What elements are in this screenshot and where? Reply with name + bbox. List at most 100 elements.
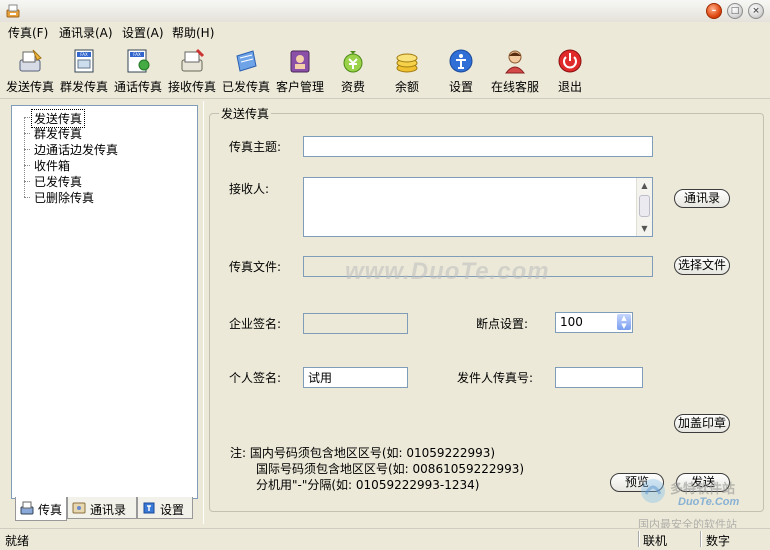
toolbar-balance-button[interactable]: 余额 — [380, 44, 434, 96]
tree-item-group-fax[interactable]: 群发传真 — [34, 125, 82, 142]
status-online: 联机 — [643, 534, 668, 548]
sent-fax-icon — [236, 50, 257, 72]
coins-icon — [396, 53, 418, 73]
tab-settings[interactable]: 设置 — [137, 497, 193, 519]
fax-send-icon — [19, 49, 42, 72]
menu-fax[interactable]: 传真(F) — [8, 24, 48, 41]
status-ready: 就绪 — [5, 534, 30, 548]
toolbar-settings-label: 设置 — [448, 80, 473, 94]
personal-signature-input[interactable] — [303, 367, 408, 388]
maximize-icon: □ — [730, 6, 740, 16]
choose-file-button[interactable]: 选择文件 — [674, 256, 730, 275]
window-close-button[interactable]: × — [748, 3, 764, 19]
recipient-textarea[interactable]: ▲ ▼ — [303, 177, 653, 237]
tariff-icon — [343, 51, 363, 73]
toolbar-online-support-label: 在线客服 — [490, 80, 539, 94]
tree-connector — [24, 197, 30, 198]
toolbar-exit-label: 退出 — [557, 80, 582, 94]
scroll-up-icon[interactable]: ▲ — [637, 178, 652, 193]
tree-item-sent[interactable]: 已发传真 — [34, 173, 82, 190]
address-book-button[interactable]: 通讯录 — [674, 189, 730, 208]
toolbar-balance-label: 余额 — [394, 80, 419, 94]
toolbar-tariff-button[interactable]: 资费 — [326, 44, 380, 96]
toolbar-exit-button[interactable]: 退出 — [543, 44, 597, 96]
status-separator — [638, 531, 640, 547]
breakpoint-setting-label: 断点设置: — [476, 317, 529, 331]
customer-book-icon — [290, 50, 310, 73]
watermark-line2: DuoTe.Com — [678, 496, 740, 508]
menu-bar: 传真(F) 通讯录(A) 设置(A) 帮助(H) — [0, 22, 770, 40]
close-icon: × — [752, 6, 760, 16]
left-panel-tabs: 传真 通讯录 设置 — [11, 497, 198, 521]
note-line-international: 国际号码须包含地区区号(如: 00861059222993) — [256, 462, 525, 476]
tree-connector — [24, 133, 30, 134]
toolbar-receive-fax-label: 接收传真 — [167, 80, 216, 94]
fax-tab-icon — [20, 501, 34, 515]
fax-call-icon: FAX — [127, 49, 150, 73]
send-fax-group-title: 发送传真 — [219, 105, 272, 122]
toolbar-send-fax-button[interactable]: 发送传真 — [3, 44, 57, 96]
toolbar-online-support-button[interactable]: 在线客服 — [488, 44, 542, 96]
toolbar-receive-fax-button[interactable]: 接收传真 — [165, 44, 219, 96]
menu-address-book[interactable]: 通讯录(A) — [59, 24, 113, 41]
fax-app-icon — [6, 4, 20, 18]
settings-tab-icon — [143, 502, 155, 514]
fax-file-label: 传真文件: — [229, 260, 282, 274]
svg-text:FAX: FAX — [80, 52, 88, 57]
note-line-domestic: 注: 国内号码须包含地区区号(如: 01059222993) — [230, 446, 496, 460]
status-separator — [700, 531, 702, 547]
fax-receive-icon — [181, 48, 205, 72]
menu-settings[interactable]: 设置(A) — [122, 24, 164, 41]
support-person-icon — [504, 50, 526, 74]
sender-fax-number-input[interactable] — [555, 367, 643, 388]
fax-subject-input[interactable] — [303, 136, 653, 157]
toolbar-send-fax-label: 发送传真 — [5, 80, 54, 94]
add-stamp-button[interactable]: 加盖印章 — [674, 414, 730, 433]
tree-connector — [24, 181, 30, 182]
tree-item-call-fax[interactable]: 边通话边发传真 — [34, 141, 118, 158]
watermark-logo-icon — [641, 479, 665, 503]
personal-signature-label: 个人签名: — [229, 371, 282, 385]
note-line-extension: 分机用"-"分隔(如: 01059222993-1234) — [256, 478, 480, 492]
tab-address-book[interactable]: 通讯录 — [67, 497, 137, 519]
scroll-down-icon[interactable]: ▼ — [637, 221, 652, 236]
recipient-scrollbar[interactable]: ▲ ▼ — [636, 178, 652, 236]
tree-connector — [24, 149, 30, 150]
tab-address-book-label: 通讯录 — [90, 503, 127, 517]
toolbar-group-fax-label: 群发传真 — [59, 80, 108, 94]
toolbar-sent-fax-button[interactable]: 已发传真 — [219, 44, 273, 96]
company-signature-label: 企业签名: — [229, 317, 282, 331]
tab-settings-label: 设置 — [160, 503, 185, 517]
window-minimize-button[interactable]: – — [706, 3, 722, 19]
toolbar-group-fax-button[interactable]: FAX 群发传真 — [57, 44, 111, 96]
site-watermark: www.DuoTe.com — [345, 258, 550, 285]
toolbar-tariff-label: 资费 — [340, 80, 365, 94]
breakpoint-select-value: 100 — [560, 315, 583, 329]
spinner-icon[interactable]: ▲ ▼ — [617, 314, 631, 330]
address-book-tab-icon — [72, 502, 86, 514]
breakpoint-select[interactable]: 100 ▲ ▼ — [555, 312, 633, 333]
title-bar: – □ × — [0, 0, 770, 23]
status-numlock: 数字 — [706, 534, 731, 548]
toolbar-call-fax-button[interactable]: FAX 通话传真 — [111, 44, 165, 96]
corner-watermark: 多特软件站 DuoTe.Com 国内最安全的软件站 — [636, 474, 766, 531]
app-window: – □ × 传真(F) 通讯录(A) 设置(A) 帮助(H) 发送传真 FAX — [0, 0, 770, 550]
tab-fax[interactable]: 传真 — [15, 497, 67, 521]
window-maximize-button[interactable]: □ — [727, 3, 743, 19]
toolbar: 发送传真 FAX 群发传真 FAX 通话传真 接收传真 已发传真 客户管理 资费… — [0, 40, 770, 99]
tree-item-deleted[interactable]: 已删除传真 — [34, 189, 94, 206]
tree-connector — [24, 165, 30, 166]
company-signature-input — [303, 313, 408, 334]
fax-group-icon: FAX — [74, 49, 94, 73]
menu-help[interactable]: 帮助(H) — [172, 24, 214, 41]
tree-item-inbox[interactable]: 收件箱 — [34, 157, 70, 174]
tree-connector — [24, 117, 30, 118]
toolbar-settings-button[interactable]: 设置 — [434, 44, 488, 96]
scroll-thumb[interactable] — [639, 195, 650, 217]
fax-subject-label: 传真主题: — [229, 140, 282, 154]
toolbar-call-fax-label: 通话传真 — [113, 80, 162, 94]
tab-fax-label: 传真 — [38, 503, 63, 517]
toolbar-customer-button[interactable]: 客户管理 — [273, 44, 327, 96]
svg-text:FAX: FAX — [133, 52, 141, 57]
power-icon — [558, 49, 582, 73]
